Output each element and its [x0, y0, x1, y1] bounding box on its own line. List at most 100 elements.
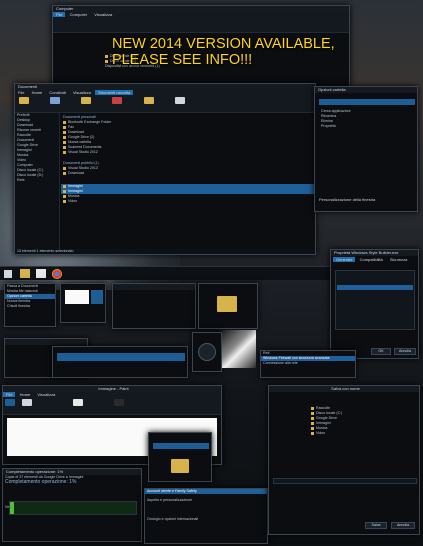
- panel-footer-link[interactable]: Personalizzazione della finestra: [319, 197, 415, 202]
- chrome-taskbar-icon[interactable]: [52, 269, 62, 279]
- banner-line-1: NEW 2014 VERSION AVAILABLE,: [112, 36, 335, 52]
- preview-image: [65, 290, 89, 304]
- tab-home[interactable]: Home: [17, 392, 34, 397]
- firewall-panel: Reti Windows Firewall con sicurezza avan…: [260, 350, 356, 378]
- folder-icon: [63, 150, 66, 154]
- folder-icon: [171, 459, 189, 473]
- select-icon[interactable]: [22, 399, 33, 406]
- folder-icon: [311, 426, 314, 430]
- dialog-title: Salva con nome: [269, 386, 419, 392]
- folder-icon: [63, 171, 66, 175]
- tab-file[interactable]: File: [15, 90, 27, 95]
- update-banner: NEW 2014 VERSION AVAILABLE, PLEASE SEE I…: [112, 36, 362, 68]
- color-icon[interactable]: [114, 399, 125, 406]
- explorer-documents-window: Documenti File Home Condividi Visualizza…: [14, 83, 316, 255]
- list-item[interactable]: Aspetto e personalizzazione: [145, 498, 267, 503]
- folder-icon: [63, 145, 66, 149]
- copy-progress-dialog: Completamento operazione: 1% Copia di 37…: [2, 468, 142, 542]
- drive-bar[interactable]: [57, 353, 185, 361]
- progress-graph: [9, 501, 137, 515]
- control-panel-list: Account utente e Family Safety Aspetto e…: [144, 488, 268, 544]
- tab-file[interactable]: File: [53, 12, 66, 17]
- folder-icon: [311, 406, 314, 410]
- folder-icon: [63, 199, 66, 203]
- folder-icon: [63, 120, 66, 124]
- folder-icon: [311, 411, 314, 415]
- drive-progress-window: [52, 346, 188, 378]
- folder-icon: [63, 166, 66, 170]
- folder-icon: [63, 135, 66, 139]
- properties-content: [335, 270, 415, 330]
- list-item[interactable]: Account utente e Family Safety: [145, 489, 267, 494]
- photo-thumbnail: [222, 330, 256, 368]
- new-folder-icon[interactable]: [143, 97, 154, 104]
- tab-home[interactable]: Home: [29, 90, 46, 95]
- option-row[interactable]: Proprietà: [319, 124, 415, 129]
- delete-icon[interactable]: [112, 97, 123, 104]
- start-button[interactable]: [4, 270, 12, 278]
- drag-preview-window: [148, 432, 212, 482]
- nav-network[interactable]: Rete: [15, 178, 59, 183]
- folder-icon: [311, 416, 314, 420]
- taskbar: [0, 266, 330, 280]
- settings-header-bar: [319, 99, 415, 105]
- dialog-title: [113, 284, 195, 290]
- cancel-button[interactable]: Annulla: [391, 522, 415, 529]
- folder-options-panel: Opzioni cartella Cerca applicazioni Rino…: [314, 86, 418, 212]
- tab-view[interactable]: Visualizza: [91, 12, 115, 17]
- save-as-dialog: Salva con nome Raccolte Disco locale (C:…: [268, 385, 420, 535]
- small-dialog: [60, 283, 106, 323]
- save-button[interactable]: Salva: [365, 522, 387, 529]
- notepad-taskbar-icon[interactable]: [36, 269, 46, 278]
- copy-icon[interactable]: [50, 97, 61, 104]
- file-row[interactable]: Download: [61, 171, 315, 176]
- folder-icon: [63, 184, 66, 188]
- tab-security[interactable]: Sicurezza: [387, 257, 411, 262]
- folder-icon: [311, 421, 314, 425]
- drive-icon: [105, 59, 108, 63]
- file-name-input[interactable]: [273, 478, 417, 484]
- properties-icon[interactable]: [174, 97, 185, 104]
- folder-icon: [63, 130, 66, 134]
- tab-general[interactable]: Generale: [333, 257, 356, 262]
- media-player-window: [192, 332, 222, 372]
- tab-library-tools[interactable]: Strumenti raccolta: [95, 90, 134, 95]
- clipboard-icon[interactable]: [19, 97, 29, 104]
- explorer-taskbar-icon[interactable]: [20, 269, 30, 278]
- file-row[interactable]: Visual Studio 2012: [61, 150, 315, 155]
- shapes-icon[interactable]: [73, 399, 84, 406]
- copy-status: Completamento operazione: 1%: [5, 479, 77, 485]
- location-row[interactable]: Video: [309, 431, 417, 436]
- file-row[interactable]: Video: [61, 199, 315, 204]
- tab-computer[interactable]: Computer: [67, 12, 91, 17]
- list-item[interactable]: Orologio e opzioni internazionali: [145, 517, 267, 522]
- tab-view[interactable]: Visualizza: [34, 392, 58, 397]
- move-icon[interactable]: [81, 97, 92, 104]
- drive-icon: [105, 54, 108, 58]
- status-bar: 13 elementi 1 elemento selezionato: [17, 249, 74, 253]
- menu-item[interactable]: Chiudi finestra: [5, 304, 55, 309]
- folder-icon: [63, 125, 66, 129]
- folder-icon: [63, 189, 66, 193]
- selected-entry[interactable]: [337, 285, 413, 290]
- folder-icon: [311, 431, 314, 435]
- tab-file[interactable]: File: [3, 392, 16, 397]
- highlight-row[interactable]: [153, 443, 209, 449]
- folder-thumbnail-window: [198, 283, 258, 329]
- taskbar-properties-dialog: [112, 283, 196, 329]
- properties-dialog: Proprietà Windows Style Builder.exe Gene…: [330, 249, 419, 359]
- tab-share[interactable]: Condividi: [46, 90, 68, 95]
- progress-fill: [10, 502, 14, 514]
- color-swatch[interactable]: [91, 290, 103, 304]
- panel-title: Opzioni cartella: [315, 87, 417, 93]
- folder-icon: [63, 140, 66, 144]
- network-item[interactable]: Connessione alla rete: [261, 361, 355, 366]
- context-menu: Passa a Documenti Mostra file nascosti O…: [4, 283, 56, 327]
- paste-icon[interactable]: [5, 399, 15, 406]
- play-icon[interactable]: [198, 343, 216, 361]
- ok-button[interactable]: OK: [371, 348, 391, 355]
- cancel-button[interactable]: Annulla: [394, 348, 416, 355]
- window-title: [5, 339, 87, 345]
- tab-view[interactable]: Visualizza: [70, 90, 94, 95]
- tab-compat[interactable]: Compatibilità: [357, 257, 386, 262]
